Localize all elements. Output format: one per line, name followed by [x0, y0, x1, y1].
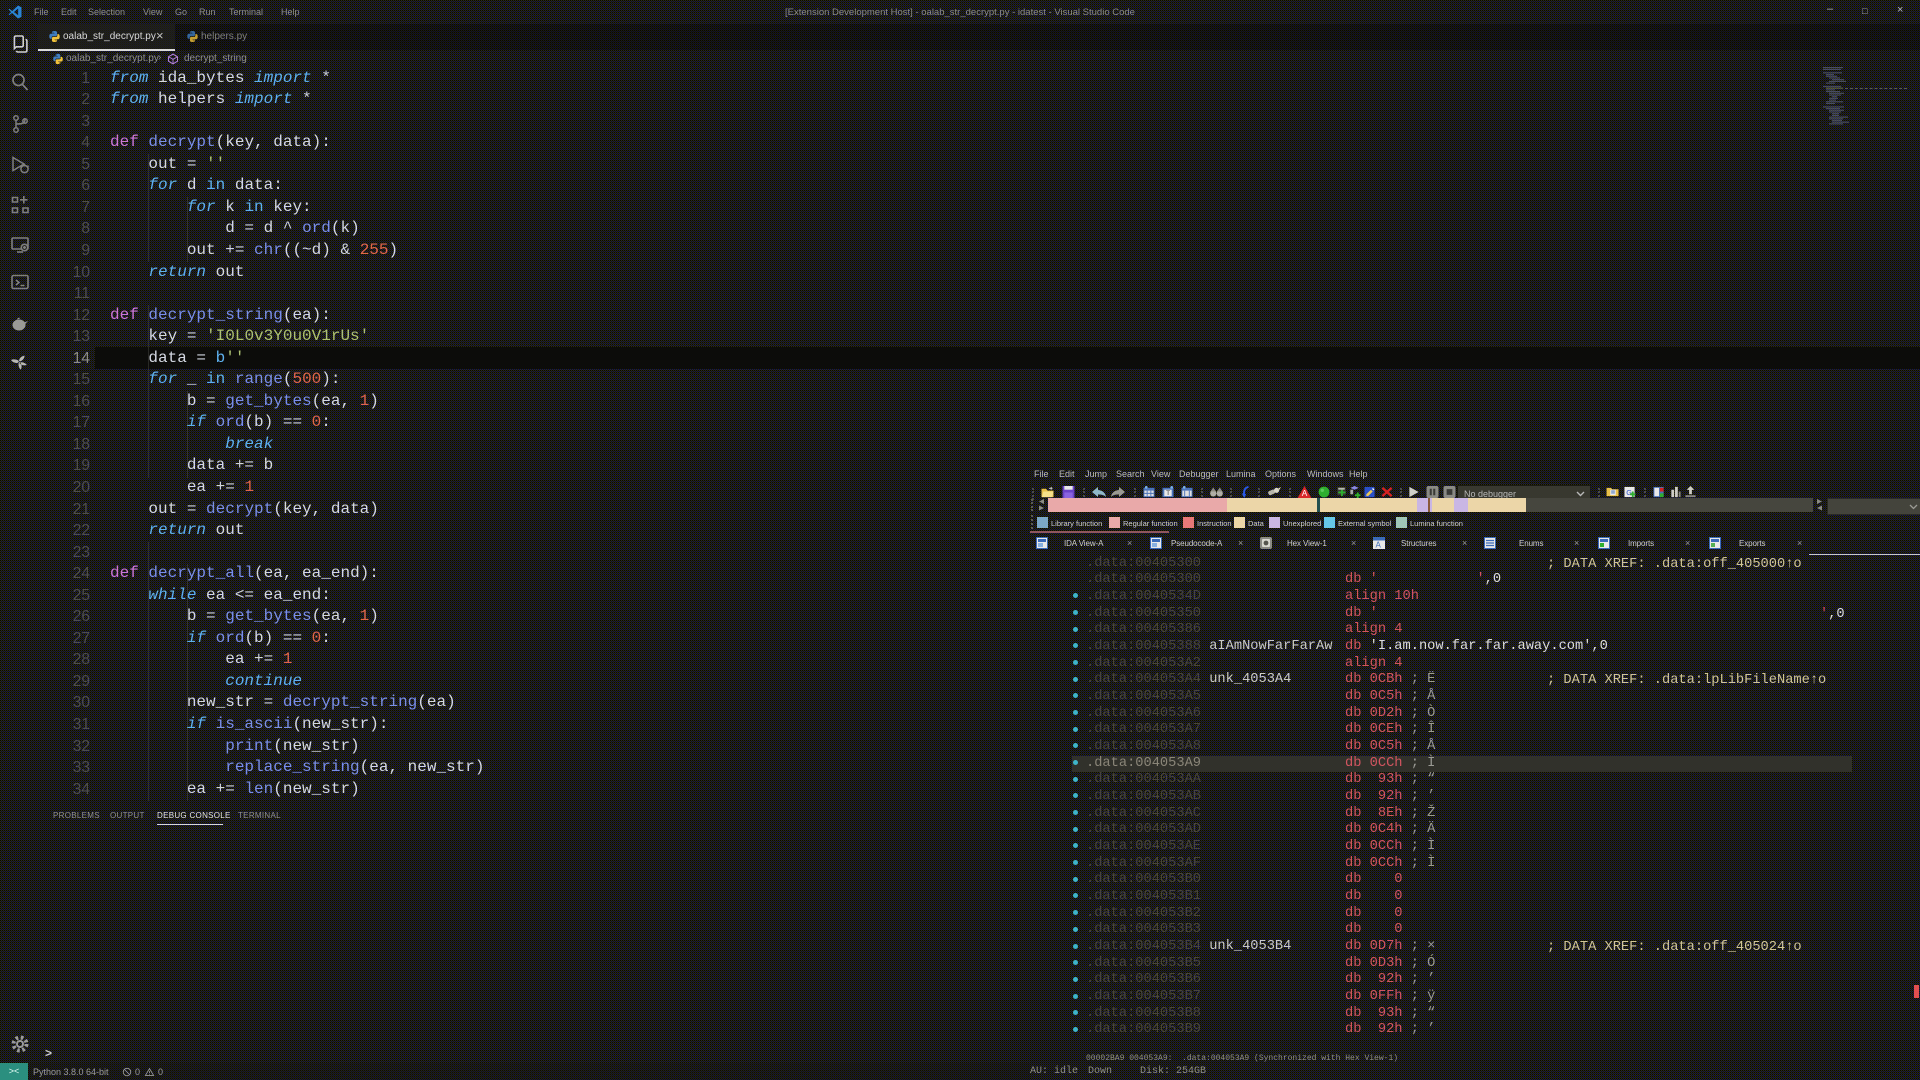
svg-text:G: G: [1626, 488, 1632, 497]
svg-text:A: A: [1376, 541, 1382, 550]
svg-text:A: A: [1302, 488, 1308, 498]
svg-text:T: T: [1166, 490, 1170, 497]
